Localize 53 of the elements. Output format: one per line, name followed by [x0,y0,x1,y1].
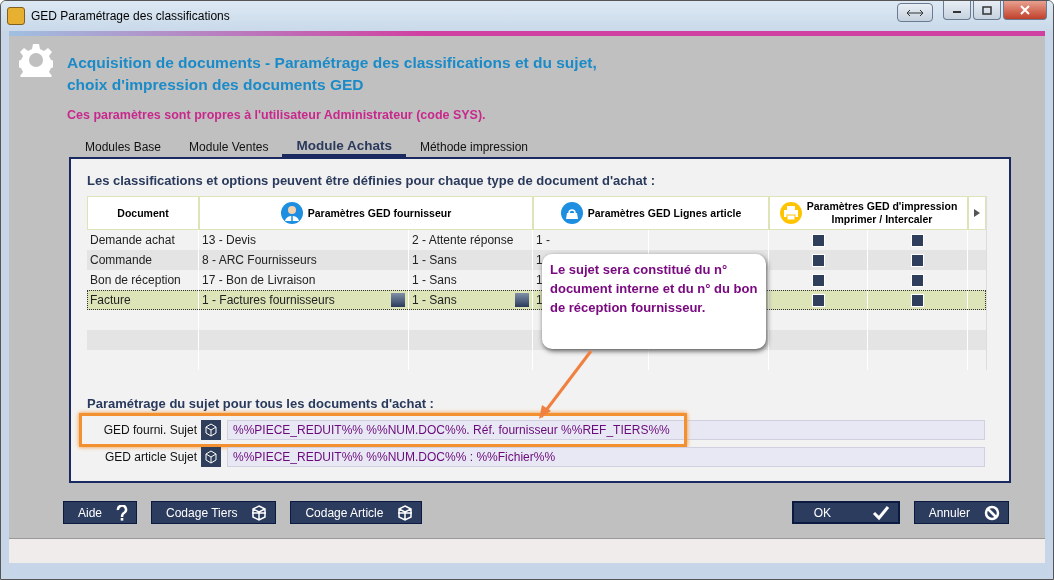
section-title: Paramétrage du sujet pour tous les documents d'achat : [87,396,435,411]
dropdown-icon[interactable] [515,293,529,307]
field-label: GED article Sujet [103,450,197,464]
dropdown-icon[interactable] [391,293,405,307]
checkbox[interactable] [811,274,825,287]
help-button[interactable]: Aide [63,501,138,524]
close-icon [1020,5,1030,15]
cube-icon [397,504,414,521]
help-icon [116,504,129,521]
section-title: Les classifications et options peuvent être définies pour chaque type de document d'achat : [87,173,656,188]
note-tooltip: Le sujet sera constitué du n° document interne et du n° du bon de réception fournisseur. [542,254,766,349]
window-title: GED Paramétrage des classifications [31,9,231,23]
checkbox[interactable] [911,254,924,267]
maximize-button[interactable] [973,1,1001,20]
column-header: Paramètres GED d'impression Imprimer / Intercaler [769,196,968,230]
minimize-button[interactable] [943,1,971,20]
checkbox[interactable] [811,294,825,307]
cancel-icon [984,504,1000,521]
checkbox[interactable] [911,274,924,287]
double-arrow-icon [906,9,924,16]
page-title: Acquisition de documents - Paramétrage des classifications et du sujet, choix d'impression des documents GED [67,53,597,95]
field-label: GED fourni. Sujet [102,423,197,437]
cube-icon[interactable] [201,420,221,440]
tab[interactable]: Modules Base [71,138,176,157]
checkbox[interactable] [811,254,825,267]
resize-button[interactable] [897,3,933,22]
ok-button[interactable]: OK [791,501,900,524]
gear-icon [19,43,53,77]
coding-button[interactable]: Codage Article [290,501,423,524]
tab[interactable]: Méthode impression [405,138,542,157]
user-note: Ces paramètres sont propres à l'utilisateur Administrateur (code SYS). [67,108,487,122]
close-button[interactable] [1003,1,1047,20]
tab[interactable]: Module Ventes [175,138,283,157]
subject-field[interactable]: %%PIECE_REDUIT%% %%NUM.DOC%% : %%Fichier%% [227,447,985,467]
app-icon [7,7,25,25]
maximize-icon [982,5,992,15]
column-header: Paramètres GED fournisseur [199,196,533,230]
bag-icon [560,202,583,224]
checkbox[interactable] [911,294,924,307]
coding-button[interactable]: Codage Tiers [151,501,277,524]
checkbox[interactable] [911,234,924,247]
checkmark-icon [871,504,890,521]
cube-icon[interactable] [201,447,221,467]
column-header: Document [87,196,199,230]
checkbox[interactable] [811,234,825,247]
subject-field[interactable]: %%PIECE_REDUIT%% %%NUM.DOC%%. Réf. fournisseur %%REF_TIERS%% [227,420,985,440]
cancel-button[interactable]: Annuler [913,501,1009,524]
minimize-icon [953,11,961,13]
printer-icon [779,202,802,224]
cube-icon [251,504,268,521]
column-header: Paramètres GED Lignes article [533,196,769,230]
scroll-right-icon[interactable] [968,196,986,230]
person-icon [280,202,303,224]
